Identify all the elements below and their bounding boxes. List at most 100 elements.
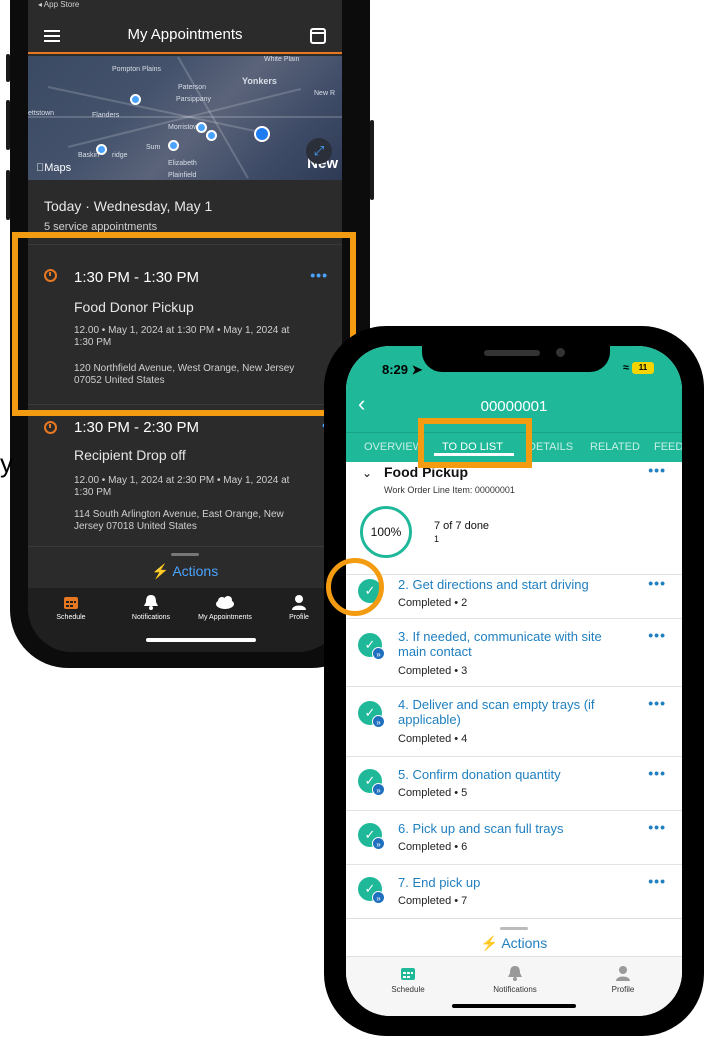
- highlight-box: [12, 232, 356, 416]
- tab-details[interactable]: DETAILS: [528, 441, 573, 453]
- task-title[interactable]: 6. Pick up and scan full trays: [398, 821, 628, 836]
- task-status: Completed • 2: [398, 597, 468, 609]
- map-label: New R: [314, 90, 336, 97]
- sync-badge-icon: »: [372, 837, 385, 850]
- progress-text: 7 of 7 done: [434, 520, 490, 532]
- sync-badge-icon: »: [372, 891, 385, 904]
- map-label: Elizabeth: [168, 160, 197, 167]
- task-title[interactable]: 5. Confirm donation quantity: [398, 767, 628, 782]
- task-row[interactable]: ✓ » 4. Deliver and scan empty trays (if …: [346, 686, 682, 756]
- location-arrow-icon: ➤: [411, 362, 423, 377]
- highlight-box: [418, 418, 532, 468]
- task-title[interactable]: 4. Deliver and scan empty trays (if appl…: [398, 697, 628, 727]
- task-status: Completed • 6: [398, 841, 468, 853]
- map-label: Baskin: [78, 152, 100, 159]
- task-title[interactable]: 3. If needed, communicate with site main…: [398, 629, 628, 659]
- bell-icon: [144, 595, 158, 610]
- page-title: My Appointments: [127, 26, 243, 43]
- more-options-icon[interactable]: •••: [648, 627, 666, 643]
- chevron-down-icon[interactable]: ⌄: [362, 466, 372, 480]
- map-label: ettstown: [28, 110, 55, 117]
- appointment-address: 114 South Arlington Avenue, East Orange,…: [74, 509, 284, 532]
- tab-my-appointments[interactable]: My Appointments: [188, 594, 262, 621]
- more-options-icon[interactable]: •••: [648, 873, 666, 889]
- notch: [422, 346, 610, 372]
- actions-bar[interactable]: ⚡ Actions: [346, 918, 682, 956]
- more-options-icon[interactable]: •••: [648, 462, 666, 478]
- calendar-icon: [401, 968, 415, 980]
- appointment-time: 1:30 PM - 2:30 PM: [74, 419, 200, 436]
- calendar-icon[interactable]: [310, 28, 326, 44]
- sync-badge-icon: »: [372, 647, 385, 660]
- task-row[interactable]: ✓ » 3. If needed, communicate with site …: [346, 618, 682, 686]
- actions-button[interactable]: ⚡ Actions: [28, 563, 342, 580]
- map-pin[interactable]: [130, 94, 141, 105]
- actions-button[interactable]: ⚡ Actions: [346, 935, 682, 952]
- actions-bar[interactable]: ⚡ Actions: [28, 546, 342, 588]
- maps-logo: Maps: [36, 162, 71, 174]
- battery-icon: 11: [632, 362, 654, 375]
- map-pin[interactable]: [96, 144, 107, 155]
- sync-badge-icon: »: [372, 715, 385, 728]
- appointment-detail: 12.00 • May 1, 2024 at 2:30 PM • May 1, …: [74, 475, 290, 498]
- bell-icon: [508, 966, 522, 981]
- home-indicator: [146, 638, 256, 642]
- map-view[interactable]: Pompton Plains White Plain Paterson Yonk…: [28, 56, 342, 180]
- tab-notifications[interactable]: Notifications: [482, 965, 548, 994]
- task-status: Completed • 4: [398, 733, 468, 745]
- map-pin[interactable]: [168, 140, 179, 151]
- more-options-icon[interactable]: •••: [648, 765, 666, 781]
- map-label: Yonkers: [242, 76, 277, 86]
- drag-handle[interactable]: [171, 553, 199, 556]
- task-status: Completed • 7: [398, 895, 468, 907]
- tab-bar: Schedule Notifications My Appointments P…: [28, 588, 342, 652]
- page-title: 00000001: [480, 398, 548, 415]
- map-label: Pompton Plains: [112, 66, 162, 73]
- drag-handle[interactable]: [500, 927, 528, 930]
- tab-feed[interactable]: FEED: [654, 441, 682, 453]
- more-options-icon[interactable]: •••: [648, 695, 666, 711]
- map-label: Plainfield: [168, 172, 197, 179]
- map-label: Parsippany: [176, 96, 212, 103]
- app-header: My Appointments: [28, 12, 342, 54]
- task-title[interactable]: 7. End pick up: [398, 875, 628, 890]
- status-bar: ◂ App Store: [38, 0, 80, 9]
- date-heading: Today · Wednesday, May 1: [44, 198, 213, 214]
- map-label: White Plain: [264, 56, 300, 63]
- section-subtitle: Work Order Line Item: 00000001: [384, 485, 515, 495]
- sync-badge-icon: »: [372, 783, 385, 796]
- task-row[interactable]: ✓ » 7. End pick up Completed • 7 •••: [346, 864, 682, 918]
- status-clock: 8:29 ➤: [382, 362, 423, 377]
- tab-schedule[interactable]: Schedule: [380, 965, 436, 994]
- map-label: ridge: [112, 152, 128, 159]
- task-status: Completed • 5: [398, 787, 468, 799]
- home-indicator: [452, 1004, 576, 1008]
- current-location-pin: [254, 126, 270, 142]
- calendar-icon: [64, 597, 78, 609]
- tab-profile[interactable]: Profile: [274, 594, 324, 621]
- map-label: Paterson: [178, 84, 207, 91]
- tab-overview[interactable]: OVERVIEW: [364, 441, 423, 453]
- progress-ring: 100%: [360, 506, 412, 558]
- clock-icon: [44, 421, 57, 434]
- expand-map-icon[interactable]: ⤢: [306, 138, 332, 164]
- task-row[interactable]: ✓ » 5. Confirm donation quantity Complet…: [346, 756, 682, 810]
- highlight-ring: [326, 558, 384, 616]
- appointment-card[interactable]: 1:30 PM - 2:30 PM • Recipient Drop off 1…: [28, 404, 342, 546]
- task-row[interactable]: ✓ » 6. Pick up and scan full trays Compl…: [346, 810, 682, 864]
- tab-notifications[interactable]: Notifications: [118, 594, 184, 621]
- map-label: Sum: [146, 144, 161, 151]
- appointment-name: Recipient Drop off: [74, 447, 186, 463]
- task-row[interactable]: ✓ 2. Get directions and start driving Co…: [346, 574, 682, 618]
- tab-schedule[interactable]: Schedule: [46, 594, 96, 621]
- more-options-icon[interactable]: •••: [648, 819, 666, 835]
- tab-bar: Schedule Notifications Profile: [346, 956, 682, 1016]
- map-label: Flanders: [92, 112, 120, 119]
- tab-profile[interactable]: Profile: [600, 965, 646, 994]
- map-pin[interactable]: [206, 130, 217, 141]
- map-pin[interactable]: [196, 122, 207, 133]
- tab-related[interactable]: RELATED: [590, 441, 640, 453]
- status-icons: ≈ 11: [623, 362, 654, 375]
- task-title[interactable]: 2. Get directions and start driving: [398, 577, 628, 592]
- more-options-icon[interactable]: •••: [648, 575, 666, 591]
